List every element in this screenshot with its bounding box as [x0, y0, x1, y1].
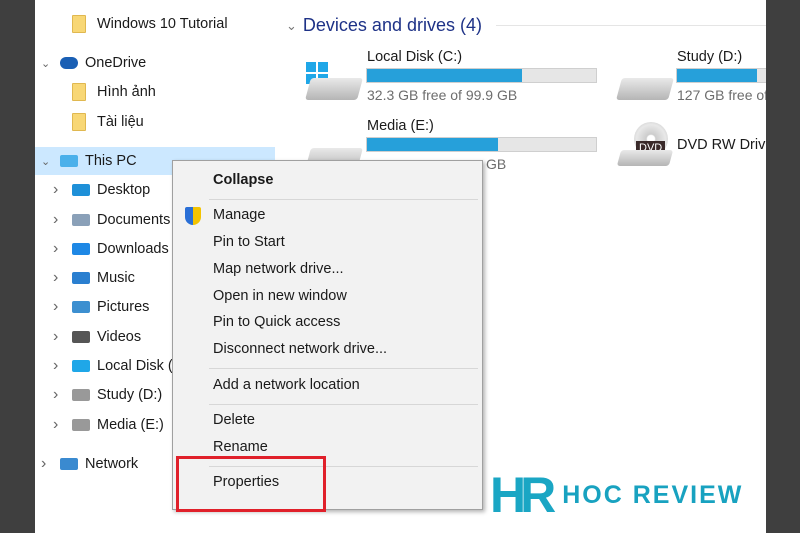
sidebar-item-h-nh-nh[interactable]: Hình ảnh	[35, 78, 275, 106]
menu-item-rename[interactable]: Rename	[213, 439, 268, 455]
drive-usage-bar	[366, 68, 597, 83]
section-title: Devices and drives (4)	[302, 15, 482, 35]
menu-item-pin-to-start[interactable]: Pin to Start	[213, 234, 285, 250]
menu-item-collapse[interactable]: Collapse	[213, 172, 273, 188]
desktop-icon	[72, 184, 90, 196]
chevron-right-icon[interactable]: ›	[53, 328, 63, 346]
download-arrow-icon	[72, 243, 90, 255]
sidebar-item-label: OneDrive	[85, 55, 147, 71]
menu-item-add-a-network-location[interactable]: Add a network location	[213, 377, 360, 393]
menu-item-open-in-new-window[interactable]: Open in new window	[213, 288, 347, 304]
sidebar-item-label: Downloads	[97, 241, 169, 257]
chevron-right-icon[interactable]: ›	[53, 357, 63, 375]
sidebar-item-t-i-li-u[interactable]: Tài liệu	[35, 108, 275, 136]
sidebar-item-label: This PC	[85, 153, 137, 169]
music-note-icon	[72, 272, 90, 284]
folder-icon	[72, 113, 86, 131]
properties-highlight-box	[176, 456, 326, 512]
chevron-right-icon[interactable]: ›	[53, 386, 63, 404]
menu-item-map-network-drive[interactable]: Map network drive...	[213, 261, 344, 277]
drive-usage-bar	[366, 137, 597, 152]
uac-shield-icon	[185, 207, 201, 225]
chevron-right-icon[interactable]: ›	[53, 240, 63, 258]
drive-name: Local Disk (C:)	[367, 49, 463, 65]
pictures-icon	[72, 301, 90, 313]
menu-item-disconnect-network-drive[interactable]: Disconnect network drive...	[213, 341, 387, 357]
drive-icon	[72, 419, 90, 431]
drive-name: Media (E:)	[367, 118, 434, 134]
sidebar-item-label: Windows 10 Tutorial	[97, 16, 228, 32]
menu-separator	[209, 404, 478, 405]
menu-separator	[209, 368, 478, 369]
menu-item-manage[interactable]: Manage	[213, 207, 265, 223]
drive-name: Study (D:)	[677, 49, 743, 65]
drive-free-space: 32.3 GB free of 99.9 GB	[367, 87, 518, 103]
drive-icon	[72, 389, 90, 401]
drive-free-space: 127 GB free of	[677, 87, 769, 103]
folder-icon	[72, 15, 86, 33]
left-border	[0, 0, 35, 533]
sidebar-item-label: Videos	[97, 329, 142, 345]
section-header-devices[interactable]: ⌄ Devices and drives (4)	[286, 15, 766, 36]
chevron-right-icon[interactable]: ›	[53, 298, 63, 316]
chevron-right-icon[interactable]: ›	[53, 416, 63, 434]
folder-icon	[72, 83, 86, 101]
sidebar-item-label: Local Disk (	[97, 358, 173, 374]
sidebar-item-label: Pictures	[97, 299, 150, 315]
windows-drive-icon	[72, 360, 90, 372]
drive-name: DVD RW Drive	[677, 137, 774, 153]
hoc-review-watermark-logo: HR HOC REVIEW	[490, 467, 744, 523]
drive-free-space: GB	[486, 156, 507, 172]
chevron-right-icon[interactable]: ›	[53, 181, 63, 199]
menu-separator	[209, 199, 478, 200]
sidebar-item-label: Music	[97, 270, 135, 286]
documents-icon	[72, 214, 90, 226]
drive-icon	[616, 78, 674, 100]
drive-usage-bar	[676, 68, 766, 83]
chevron-down-icon[interactable]: ⌄	[41, 155, 51, 168]
sidebar-item-label: Documents	[97, 212, 171, 228]
chevron-right-icon[interactable]: ›	[53, 269, 63, 287]
sidebar-item-label: Study (D:)	[97, 387, 163, 403]
onedrive-cloud-icon	[60, 57, 78, 69]
chevron-down-icon[interactable]: ⌄	[41, 57, 51, 70]
menu-item-delete[interactable]: Delete	[213, 412, 255, 428]
sidebar-item-label: Hình ảnh	[97, 84, 156, 100]
sidebar-item-label: Network	[85, 456, 139, 472]
sidebar-item-label: Tài liệu	[97, 114, 144, 130]
chevron-right-icon[interactable]: ›	[53, 211, 63, 229]
chevron-right-icon[interactable]: ›	[41, 455, 51, 473]
chevron-down-icon: ⌄	[286, 17, 297, 33]
film-icon	[72, 331, 90, 343]
sidebar-item-windows-10-tutorial[interactable]: Windows 10 Tutorial	[35, 10, 275, 38]
sidebar-item-label: Media (E:)	[97, 417, 164, 433]
sidebar-item-label: Desktop	[97, 182, 151, 198]
network-icon	[60, 458, 78, 470]
computer-icon	[60, 155, 78, 167]
right-border	[766, 0, 800, 533]
sidebar-item-onedrive[interactable]: ⌄ OneDrive	[35, 49, 275, 77]
menu-item-pin-to-quick-access[interactable]: Pin to Quick access	[213, 314, 340, 330]
